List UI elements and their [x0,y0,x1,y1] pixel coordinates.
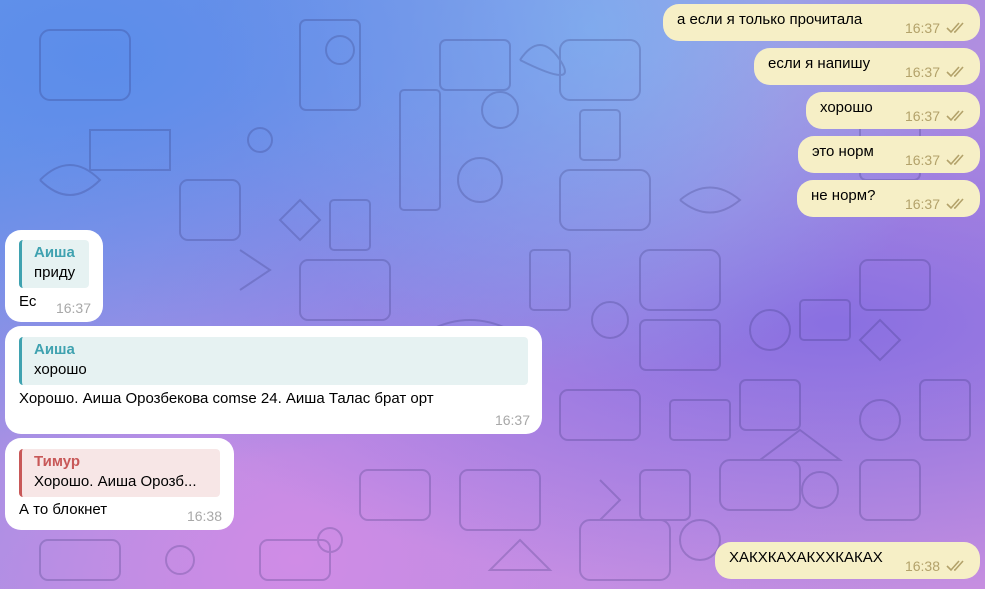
message-text: А то блокнет [19,501,108,518]
message-time: 16:37 [904,108,940,124]
message-text: ХАКХКАХАКХХКАКАХ [729,549,883,566]
message-meta: 16:38 [905,558,968,574]
reply-text: хорошо [34,361,87,378]
message-text: это норм [812,143,874,160]
message-text: не норм? [811,187,876,204]
reply-quote[interactable]: Тимур Хорошо. Аиша Орозб... [19,449,220,497]
reply-author: Тимур [34,453,81,470]
double-check-icon [946,154,964,166]
message-meta: 16:37 [905,64,968,80]
message-time: 16:37 [904,64,940,80]
reply-author: Аиша [34,341,75,358]
reply-text: Хорошо. Аиша Орозб... [34,473,197,490]
double-check-icon [946,198,964,210]
outgoing-message[interactable]: ХАКХКАХАКХХКАКАХ 16:38 [715,542,980,579]
message-text: а если я только прочитала [677,11,863,28]
message-text: хорошо [820,99,873,116]
outgoing-message[interactable]: это норм 16:37 [798,136,980,173]
incoming-message[interactable]: Аиша хорошо Хорошо. Аиша Орозбекова coms… [5,326,542,434]
reply-quote[interactable]: Аиша хорошо [19,337,528,385]
outgoing-message[interactable]: если я напишу 16:37 [754,48,980,85]
message-time: 16:37 [904,20,940,36]
incoming-message[interactable]: Тимур Хорошо. Аиша Орозб... А то блокнет… [5,438,234,530]
message-meta: 16:37 [905,152,968,168]
incoming-message[interactable]: Аиша приду Ес 16:37 [5,230,103,322]
outgoing-message[interactable]: а если я только прочитала 16:37 [663,4,980,41]
outgoing-message[interactable]: хорошо 16:37 [806,92,980,129]
reply-text: приду [34,264,76,281]
message-meta: 16:37 [905,108,968,124]
message-time: 16:37 [904,152,940,168]
reply-author: Аиша [34,244,75,261]
message-text: Хорошо. Аиша Орозбекова comse 24. Аиша Т… [19,390,434,407]
message-time: 16:37 [494,412,530,428]
message-meta: 16:37 [905,20,968,36]
message-time: 16:38 [186,508,222,524]
double-check-icon [946,560,964,572]
double-check-icon [946,66,964,78]
double-check-icon [946,22,964,34]
outgoing-message[interactable]: не норм? 16:37 [797,180,980,217]
message-text: Ес [19,293,37,310]
message-meta: 16:37 [905,196,968,212]
double-check-icon [946,110,964,122]
message-time: 16:38 [904,558,940,574]
message-time: 16:37 [55,300,91,316]
message-text: если я напишу [768,55,871,72]
message-time: 16:37 [904,196,940,212]
reply-quote[interactable]: Аиша приду [19,240,89,288]
